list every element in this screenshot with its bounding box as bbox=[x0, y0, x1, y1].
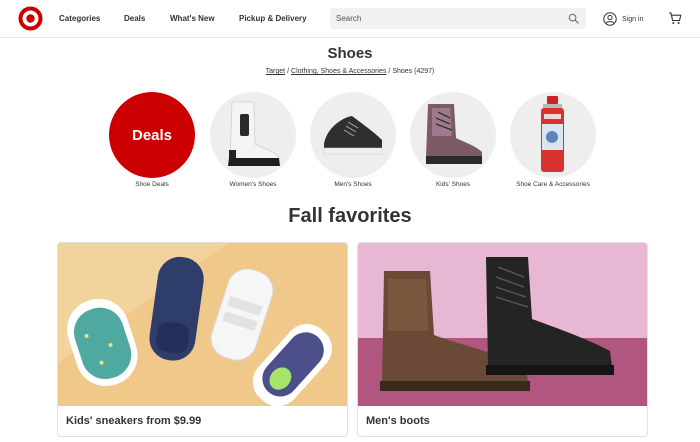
promo-card-mens-boots[interactable]: Men's boots bbox=[357, 242, 648, 437]
breadcrumb-target[interactable]: Target bbox=[266, 68, 285, 75]
breadcrumb-separator: / bbox=[388, 68, 391, 75]
kids-shoes-circle bbox=[410, 92, 496, 178]
category-mens-shoes[interactable]: Men's Shoes bbox=[303, 92, 403, 188]
kids-sneakers-image bbox=[58, 243, 347, 406]
site-header: Categories Deals What's New Pickup & Del… bbox=[0, 0, 700, 38]
mens-boots-photo bbox=[358, 243, 647, 406]
category-label: Kids' Shoes bbox=[435, 181, 471, 188]
shoe-care-circle bbox=[510, 92, 596, 178]
category-label: Women's Shoes bbox=[229, 181, 277, 188]
category-label: Shoe Care & Accessories bbox=[516, 181, 590, 188]
category-label: Shoe Deals bbox=[135, 181, 169, 188]
section-title: Fall favorites bbox=[288, 205, 412, 227]
category-label: Men's Shoes bbox=[334, 181, 372, 188]
mens-boots-image bbox=[358, 243, 647, 406]
search-input[interactable] bbox=[330, 8, 560, 29]
category-shoe-care[interactable]: Shoe Care & Accessories bbox=[503, 92, 603, 188]
kids-boot-image bbox=[426, 104, 482, 164]
signin-button[interactable]: Sign in bbox=[603, 11, 643, 27]
category-kids-shoes[interactable]: Kids' Shoes bbox=[403, 92, 503, 188]
signin-label: Sign in bbox=[622, 15, 644, 23]
shoe-spray-image bbox=[541, 96, 564, 172]
womens-shoes-circle bbox=[210, 92, 296, 178]
nav-categories[interactable]: Categories bbox=[59, 14, 100, 23]
search-bar bbox=[330, 8, 586, 29]
card-label: Kids' sneakers from $9.99 bbox=[66, 415, 202, 427]
category-womens-shoes[interactable]: Women's Shoes bbox=[203, 92, 303, 188]
mens-shoes-circle bbox=[310, 92, 396, 178]
category-shoe-deals[interactable]: Deals Shoe Deals bbox=[102, 92, 202, 188]
nav-whats-new[interactable]: What's New bbox=[170, 14, 215, 23]
breadcrumb: Target / Clothing, Shoes & Accessories / Sho… bbox=[0, 68, 700, 75]
search-icon[interactable] bbox=[568, 13, 579, 24]
deals-badge: Deals bbox=[131, 126, 173, 144]
account-icon bbox=[603, 12, 617, 26]
cart-icon[interactable] bbox=[668, 11, 682, 25]
mens-sneaker-image bbox=[323, 116, 383, 155]
kids-sneakers-photo bbox=[58, 243, 347, 406]
card-label: Men's boots bbox=[366, 415, 430, 427]
breadcrumb-clothing[interactable]: Clothing, Shoes & Accessories bbox=[291, 68, 386, 75]
promo-card-kids-sneakers[interactable]: Kids' sneakers from $9.99 bbox=[57, 242, 348, 437]
target-logo-icon[interactable] bbox=[18, 6, 43, 31]
womens-boot-image bbox=[228, 101, 280, 166]
nav-deals[interactable]: Deals bbox=[124, 14, 145, 23]
nav-pickup-delivery[interactable]: Pickup & Delivery bbox=[239, 14, 307, 23]
page-title: Shoes bbox=[327, 45, 373, 62]
breadcrumb-current: Shoes (4297) bbox=[392, 68, 435, 75]
breadcrumb-separator: / bbox=[287, 68, 290, 75]
deals-circle: Deals bbox=[109, 92, 195, 178]
